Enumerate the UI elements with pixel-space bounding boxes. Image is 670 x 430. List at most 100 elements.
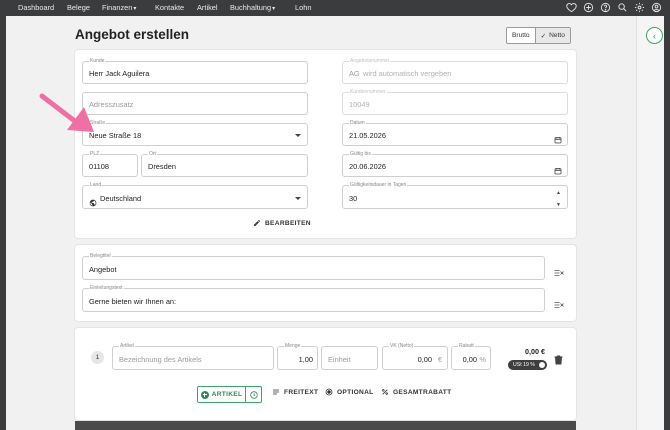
radio-icon xyxy=(325,388,333,396)
chevron-down-icon xyxy=(295,134,301,137)
ust-toggle-badge[interactable]: USt 19 % xyxy=(508,360,547,370)
toggle-knob xyxy=(538,362,545,368)
ust-label: USt 19 % xyxy=(513,362,535,368)
calendar-icon[interactable] xyxy=(554,131,562,144)
add-freitext-button[interactable]: FREITEXT xyxy=(272,388,318,396)
add-optional-button[interactable]: OPTIONAL xyxy=(325,388,373,396)
angebotsnummer-hint: wird automatisch vergeben xyxy=(363,69,452,78)
help-icon[interactable] xyxy=(600,2,611,13)
angebotsnummer-label: Angebotsnummer xyxy=(349,58,391,64)
gueltigkeitsdauer-value: 30 xyxy=(349,194,358,203)
einleitungstext-field[interactable]: Einleitungstext Gerne bieten wir Ihnen a… xyxy=(82,285,545,312)
nav-belege[interactable]: Belege xyxy=(67,3,90,13)
datum-value: 21.05.2026 xyxy=(349,131,386,140)
vk-netto-field[interactable]: VK (Netto) 0,00 € xyxy=(382,343,448,370)
belegtitel-label: Belegtitel xyxy=(89,253,112,259)
gueltig-bis-field[interactable]: Gültig bis 20.06.2026 xyxy=(342,151,568,177)
chevron-down-icon: ▾ xyxy=(133,6,137,12)
position-total: 0,00 € xyxy=(525,347,545,356)
euro-unit: € xyxy=(437,355,442,364)
text-lines-icon xyxy=(273,389,279,395)
search-icon[interactable] xyxy=(617,2,628,13)
nav-finanzen[interactable]: Finanzen▾ xyxy=(102,3,136,14)
refresh-search-icon xyxy=(249,390,258,399)
rabatt-value: 0,00 xyxy=(462,355,477,364)
nav-buchhaltung[interactable]: Buchhaltung▾ xyxy=(230,3,275,14)
gear-icon[interactable] xyxy=(634,2,645,13)
add-freitext-label: FREITEXT xyxy=(284,388,319,396)
kunde-field[interactable]: Kunde Herr Jack Aguilera xyxy=(82,58,308,84)
brutto-netto-toggle: Brutto ✓ Netto xyxy=(506,27,571,44)
plz-label: PLZ xyxy=(89,151,101,157)
einleitungstext-value: Gerne bieten wir Ihnen an: xyxy=(89,297,177,306)
gueltigkeitsdauer-field[interactable]: Gültigkeitsdauer in Tagen 30 ▲ ▼ xyxy=(342,182,568,209)
trash-icon[interactable] xyxy=(554,352,563,365)
menge-value: 1,00 xyxy=(298,355,313,364)
angebotsnummer-prefix: AG xyxy=(349,69,360,78)
bottom-summary-bar xyxy=(75,421,576,430)
positions-card xyxy=(75,328,576,420)
clear-format-icon[interactable] xyxy=(554,264,564,276)
land-value: Deutschland xyxy=(100,194,142,203)
annotation-arrow-icon xyxy=(39,93,94,132)
artikel-search-button[interactable] xyxy=(245,387,261,402)
vk-netto-value: 0,00 xyxy=(417,355,432,364)
right-side-rail xyxy=(636,16,664,430)
rabatt-field[interactable]: Rabatt 0,00 % xyxy=(451,343,491,370)
clear-format-icon[interactable] xyxy=(554,296,564,308)
land-field[interactable]: Land Deutschland xyxy=(82,182,308,209)
datum-field[interactable]: Datum 21.05.2026 xyxy=(342,120,568,146)
kundennummer-value: 10049 xyxy=(349,100,370,109)
artikel-field[interactable]: Artikel Bezeichnung des Artikels xyxy=(112,343,274,370)
nav-buchhaltung-label: Buchhaltung xyxy=(230,3,272,12)
chevron-left-icon: ‹ xyxy=(653,30,656,41)
nav-artikel[interactable]: Artikel xyxy=(197,3,218,13)
menge-field[interactable]: Menge 1,00 xyxy=(277,343,318,370)
plz-field[interactable]: PLZ 01108 xyxy=(82,151,138,177)
plus-circle-icon[interactable] xyxy=(583,2,594,13)
angebotsnummer-field: Angebotsnummer AG wird automatisch verge… xyxy=(342,58,568,84)
add-artikel-label: ARTIKEL xyxy=(211,391,243,398)
number-spinner[interactable]: ▲ ▼ xyxy=(556,190,561,208)
check-icon: ✓ xyxy=(540,32,547,40)
belegtitel-value: Angebot xyxy=(89,265,117,274)
kunde-label: Kunde xyxy=(89,58,106,64)
edit-address-button[interactable]: BEARBEITEN xyxy=(253,219,311,227)
strasse-field[interactable]: Straße Neue Straße 18 xyxy=(82,120,308,146)
collapse-panel-button[interactable]: ‹ xyxy=(646,27,663,44)
toggle-brutto[interactable]: Brutto xyxy=(507,28,535,43)
nav-lohn[interactable]: Lohn xyxy=(295,3,311,13)
edit-address-label: BEARBEITEN xyxy=(265,219,311,227)
add-gesamtrabatt-button[interactable]: GESAMTRABATT xyxy=(381,388,451,396)
gueltig-bis-value: 20.06.2026 xyxy=(349,162,386,171)
gueltig-bis-label: Gültig bis xyxy=(349,151,372,157)
position-number: 1 xyxy=(91,351,104,364)
nav-kontakte[interactable]: Kontakte xyxy=(155,3,184,13)
plz-value: 01108 xyxy=(89,162,110,171)
belegtitel-field[interactable]: Belegtitel Angebot xyxy=(82,253,545,280)
user-icon[interactable] xyxy=(651,2,662,13)
caret-up-icon[interactable]: ▲ xyxy=(556,190,561,196)
kundennummer-field: Kundennummer 10049 xyxy=(342,89,568,115)
heart-icon[interactable] xyxy=(566,2,577,13)
chevron-down-icon: ▾ xyxy=(272,6,276,12)
nav-dashboard[interactable]: Dashboard xyxy=(18,3,54,13)
adresszusatz-field[interactable]: Adresszusatz xyxy=(82,92,308,115)
ort-label: Ort xyxy=(148,151,157,157)
datum-label: Datum xyxy=(349,120,366,126)
toggle-netto[interactable]: ✓ Netto xyxy=(534,28,570,43)
right-window-edge xyxy=(664,16,670,430)
top-navigation-bar: Dashboard Belege Finanzen▾ Kontakte Arti… xyxy=(0,0,670,16)
calendar-icon[interactable] xyxy=(554,162,562,175)
kundennummer-label: Kundennummer xyxy=(349,89,387,95)
page-title: Angebot erstellen xyxy=(75,27,190,42)
ort-field[interactable]: Ort Dresden xyxy=(141,151,308,177)
pencil-icon xyxy=(254,220,260,226)
ort-value: Dresden xyxy=(148,162,176,171)
add-artikel-main[interactable]: ARTIKEL xyxy=(198,387,245,402)
caret-down-icon[interactable]: ▼ xyxy=(556,202,561,208)
vk-netto-label: VK (Netto) xyxy=(389,343,415,349)
einheit-field[interactable]: Einheit xyxy=(321,346,378,370)
artikel-label: Artikel xyxy=(119,343,135,349)
add-artikel-button[interactable]: ARTIKEL xyxy=(197,386,262,403)
